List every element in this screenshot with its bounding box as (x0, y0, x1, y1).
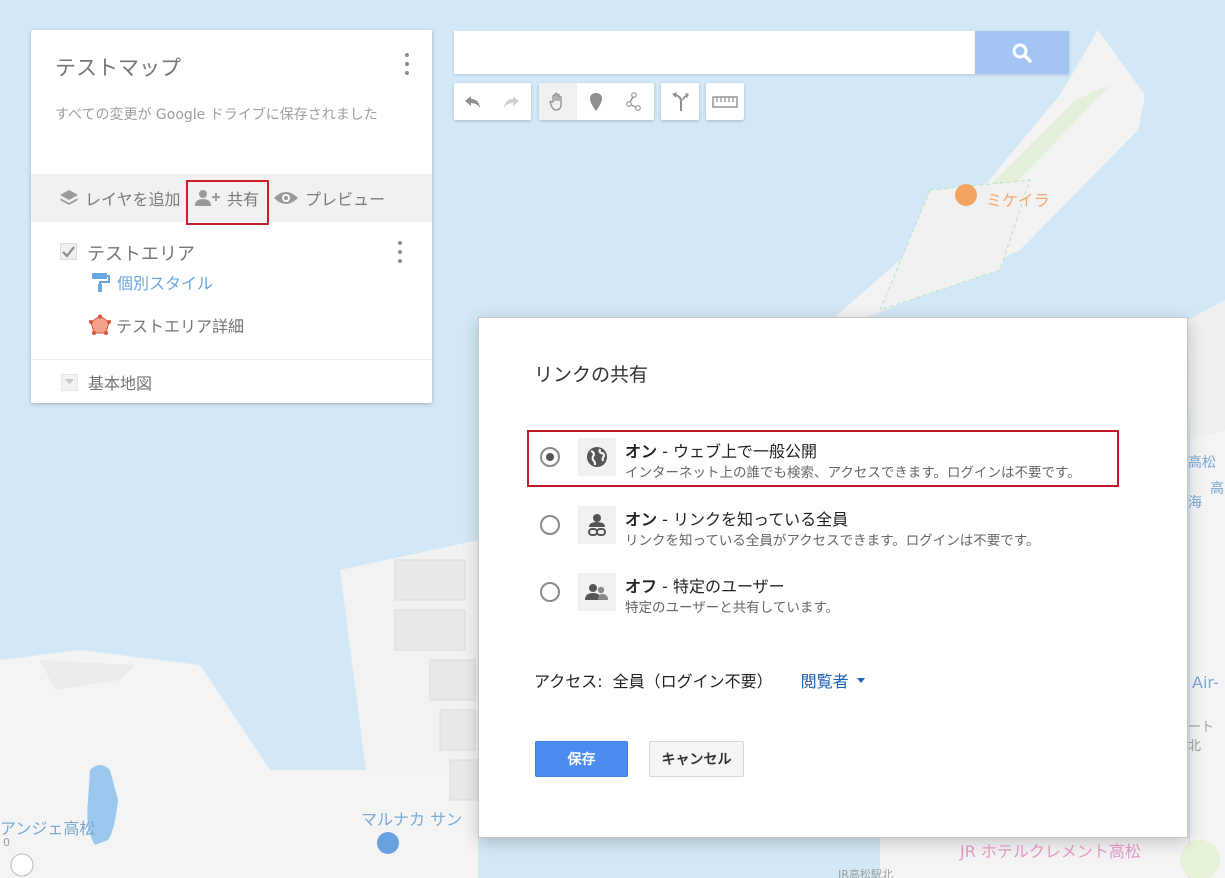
option-label: - 特定のユーザー (657, 577, 785, 596)
paint-roller-icon (92, 273, 110, 292)
search-icon (1012, 43, 1032, 63)
basemap-row[interactable]: 基本地図 (61, 370, 152, 394)
link-radio[interactable] (540, 515, 560, 535)
directions-button[interactable] (661, 83, 699, 120)
measure-button[interactable] (706, 83, 744, 120)
polygon-feature-icon (89, 314, 111, 335)
sharing-option-specific[interactable]: オフ - 特定のユーザー 特定のユーザーと共有しています。 (526, 565, 1118, 623)
map-options-menu-icon[interactable] (404, 53, 410, 75)
add-marker-button[interactable] (577, 83, 615, 120)
map-place-label: ート (1188, 720, 1215, 735)
measure-group (706, 83, 744, 120)
option-title: オン - リンクを知っている全員 (625, 506, 848, 530)
ruler-icon (712, 95, 738, 108)
layers-icon (60, 190, 78, 205)
draw-line-icon (626, 91, 641, 111)
layer-options-menu-icon[interactable] (397, 241, 403, 263)
access-role-dropdown[interactable]: 閲覧者 (801, 668, 865, 692)
layer-visibility-checkbox[interactable] (60, 243, 77, 260)
map-place-label[interactable]: Air- (1192, 673, 1219, 692)
directions-icon (672, 91, 689, 111)
draw-line-button[interactable] (615, 83, 653, 120)
map-place-label[interactable]: マルナカ サン (361, 806, 462, 830)
map-place-label: 海 (1188, 495, 1202, 511)
share-highlight-box (186, 180, 269, 225)
search-input[interactable] (454, 31, 975, 74)
undo-icon (465, 95, 480, 108)
map-place-label: JR高松駅北 (838, 868, 893, 878)
map-place-label[interactable]: JR ホテルクレメント高松 (960, 838, 1141, 862)
individual-style-link[interactable]: 個別スタイル (91, 270, 213, 294)
basemap-label: 基本地図 (88, 374, 153, 393)
preview-button[interactable]: プレビュー (273, 174, 385, 222)
undo-redo-group (454, 83, 531, 120)
layer-name[interactable]: テストエリア (87, 240, 195, 266)
access-label: アクセス: (534, 672, 603, 691)
sharing-option-link[interactable]: オン - リンクを知っている全員 リンクを知っている全員がアクセスできます。ログ… (526, 498, 1118, 556)
option-description: 特定のユーザーと共有しています。 (625, 600, 839, 616)
eye-icon (274, 192, 298, 204)
link-person-icon (578, 506, 616, 544)
undo-button[interactable] (454, 83, 492, 120)
add-layer-button[interactable]: レイヤを追加 (59, 174, 181, 222)
option-state: オフ (625, 577, 658, 596)
map-place-label: 高松 (1188, 455, 1216, 471)
marker-icon (590, 92, 602, 111)
specific-radio[interactable] (540, 582, 560, 602)
search-button[interactable] (975, 31, 1069, 74)
directions-group (661, 83, 699, 120)
map-title[interactable]: テストマップ (55, 52, 181, 82)
add-layer-label: レイヤを追加 (85, 190, 181, 209)
access-row: アクセス: 全員（ログイン不要） 閲覧者 (534, 668, 865, 692)
map-place-label[interactable]: アンジェ高松 (0, 815, 95, 839)
map-layers-panel: テストマップ すべての変更が Google ドライブに保存されました レイヤを追… (31, 30, 432, 403)
option-label: - リンクを知っている全員 (657, 510, 849, 529)
preview-label: プレビュー (305, 190, 386, 209)
option-description: リンクを知っている全員がアクセスできます。ログインは不要です。 (625, 533, 1040, 549)
map-scale-label: 0 (3, 836, 10, 849)
save-status-text: すべての変更が Google ドライブに保存されました (55, 107, 378, 123)
redo-button[interactable] (492, 83, 530, 120)
access-value: 全員（ログイン不要） (612, 672, 773, 691)
feature-item[interactable]: テストエリア詳細 (89, 313, 244, 337)
link-sharing-dialog: リンクの共有 オン - ウェブ上で一般公開 インターネット上の誰でも検索、アクセ… (478, 317, 1188, 838)
cancel-button[interactable]: キャンセル (649, 741, 744, 777)
redo-icon (504, 95, 519, 108)
feature-label: テストエリア詳細 (116, 317, 245, 336)
public-option-highlight-box (527, 430, 1119, 487)
access-role-label: 閲覧者 (800, 672, 849, 691)
individual-style-label: 個別スタイル (117, 274, 214, 293)
map-poi-label[interactable]: ミケイラ (986, 187, 1050, 211)
layer-row[interactable]: テストエリア (31, 236, 432, 268)
people-icon (578, 573, 616, 611)
basemap-expand-icon[interactable] (61, 373, 78, 391)
chevron-down-icon (856, 677, 865, 683)
map-place-label: 高 (1210, 481, 1224, 497)
option-title: オフ - 特定のユーザー (625, 573, 785, 597)
panel-divider (31, 359, 432, 360)
save-button[interactable]: 保存 (535, 741, 628, 777)
hand-icon (549, 92, 562, 111)
draw-tool-group (539, 83, 654, 120)
option-state: オン (625, 510, 658, 529)
map-place-label: 北 (1188, 739, 1202, 754)
pan-tool-button[interactable] (539, 83, 577, 120)
dialog-title: リンクの共有 (534, 364, 649, 386)
